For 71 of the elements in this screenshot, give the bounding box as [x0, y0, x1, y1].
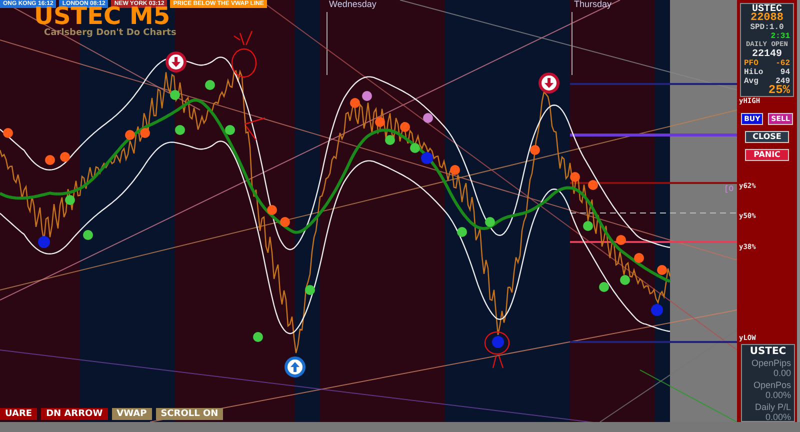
position-label: OpenPips — [750, 358, 791, 368]
signal-dot — [65, 195, 75, 205]
price-value: 22088 — [749, 14, 784, 23]
signal-dot — [599, 282, 609, 292]
daily-open-value: 22149 — [752, 50, 782, 59]
toolbar-button[interactable]: DN ARROW — [41, 408, 108, 420]
position-value: 0.00% — [764, 412, 791, 422]
signal-dot — [83, 230, 93, 240]
countdown-timer: 2:31 — [770, 32, 790, 41]
order-label: [O — [724, 185, 734, 194]
symbol-label: USTEC — [748, 345, 788, 358]
day-label: Thursday — [573, 0, 612, 9]
signal-dot — [620, 275, 630, 285]
signal-dot — [423, 113, 433, 123]
stat-value: -62 — [776, 59, 790, 68]
signal-dot — [485, 217, 495, 227]
signal-dot — [583, 221, 593, 231]
stat-label: PFO — [744, 59, 758, 68]
signal-dot — [588, 180, 598, 190]
signal-dot — [492, 336, 504, 348]
signal-dot — [125, 130, 135, 140]
signal-dot — [410, 143, 420, 153]
signal-dot — [305, 285, 315, 295]
signal-dot — [530, 145, 540, 155]
position-value: 0.00% — [764, 390, 791, 400]
signal-dot — [45, 155, 55, 165]
signal-dot — [205, 80, 215, 90]
signal-dot — [385, 135, 395, 145]
chart-title: USTEC M5 — [34, 6, 170, 27]
stat-value: 94 — [780, 68, 790, 77]
signal-dot — [175, 125, 185, 135]
signal-dot — [225, 125, 235, 135]
toolbar-button[interactable]: SCROLL ON — [156, 408, 224, 420]
toolbar-button[interactable]: UARE — [0, 408, 38, 420]
signal-dot — [267, 205, 277, 215]
hand-drawn-circle — [484, 331, 510, 369]
signal-dot — [3, 128, 13, 138]
signal-dot — [570, 172, 580, 182]
signal-dot — [651, 304, 663, 316]
signal-dot — [362, 91, 372, 101]
signal-dot — [170, 90, 180, 100]
signal-dot — [616, 235, 626, 245]
signal-dot — [60, 152, 70, 162]
percent-value: 25% — [767, 86, 790, 95]
signal-dot — [400, 122, 410, 132]
hand-drawn-circle — [231, 30, 257, 78]
signal-dot — [38, 236, 50, 248]
day-separator — [326, 12, 328, 76]
spread-value: SPD:1.0 — [749, 23, 785, 32]
signal-dot — [421, 152, 433, 164]
stat-label: HiLo — [744, 68, 764, 77]
symbol-label: USTEC — [752, 5, 782, 14]
stat-label: Avg — [744, 77, 758, 86]
signal-dot — [450, 165, 460, 175]
signal-dot — [280, 217, 290, 227]
position-label: OpenPos — [752, 380, 791, 390]
signal-dot — [657, 265, 667, 275]
position-value: 0.00 — [772, 368, 791, 378]
signal-dot — [457, 227, 467, 237]
signal-dot — [634, 253, 644, 263]
stat-value: 249 — [776, 77, 790, 86]
toolbar-button[interactable]: VWAP — [112, 408, 152, 420]
day-label: Wednesday — [328, 0, 376, 9]
signal-dot — [375, 117, 385, 127]
trade-button[interactable]: CLOSE — [745, 131, 789, 143]
hand-drawn-mark — [244, 117, 266, 141]
position-label: Daily P/L — [754, 402, 791, 412]
signal-dot — [350, 98, 360, 108]
trade-button[interactable]: PANIC — [745, 149, 789, 161]
signal-dot — [253, 332, 263, 342]
signal-dot — [140, 128, 150, 138]
